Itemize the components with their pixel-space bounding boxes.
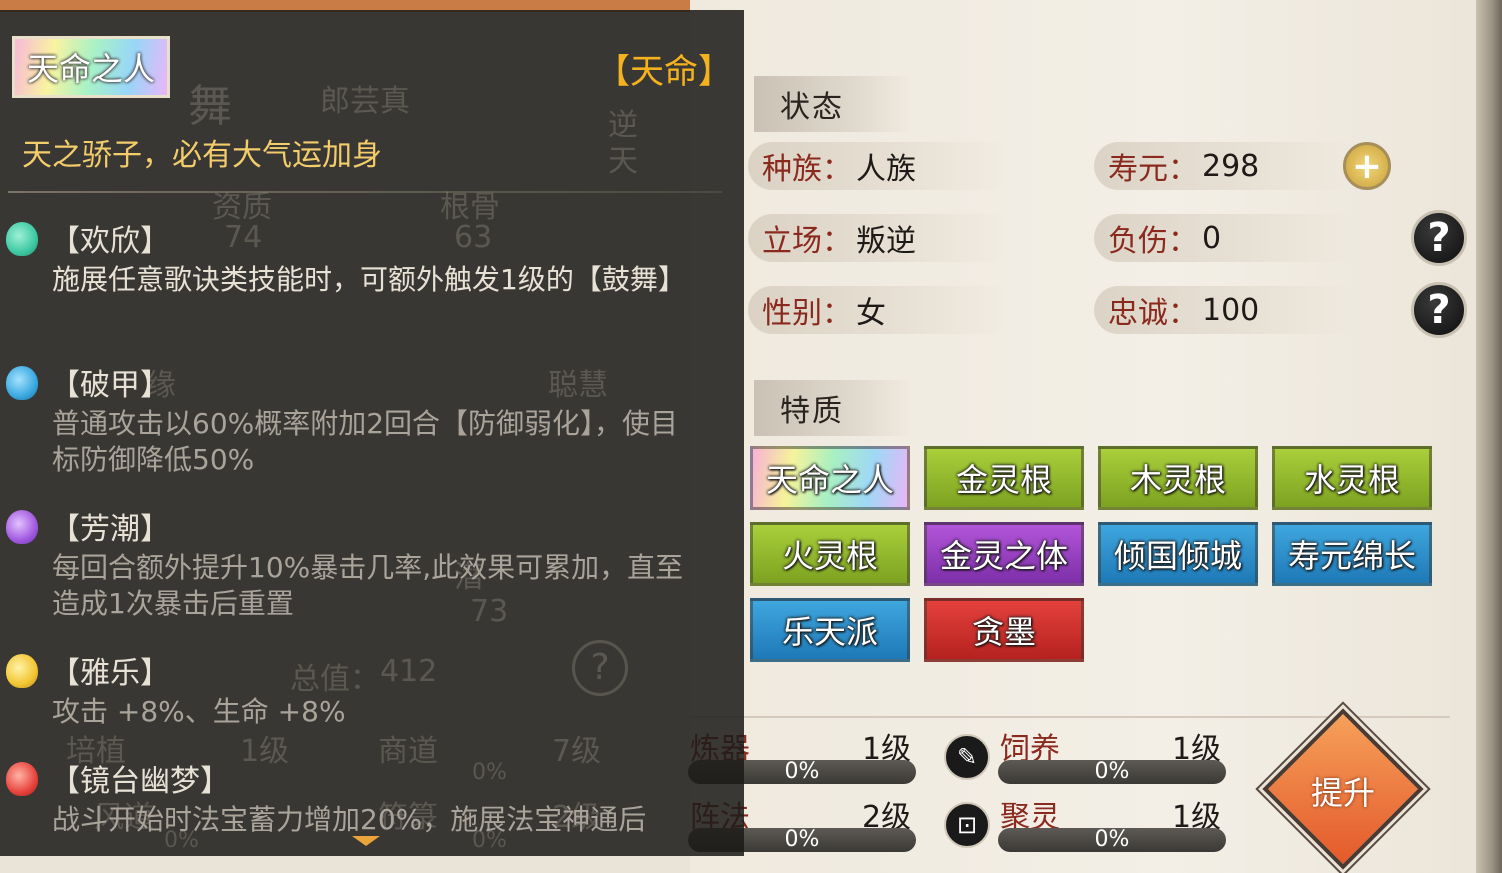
underlay-label: 聪慧	[548, 368, 608, 403]
stat-stance-label: 立场：	[762, 224, 852, 259]
ability-description: 普通攻击以60%概率附加2回合【防御弱化】，使目标防御降低50%	[52, 407, 679, 476]
trait-tag[interactable]: 寿元绵长	[1272, 522, 1432, 586]
underlay-value: 74	[224, 220, 263, 255]
ability-description: 攻击 +8%、生命 +8%	[52, 695, 346, 728]
trait-tag[interactable]: 金灵根	[924, 446, 1084, 510]
status-section-title: 状态	[754, 76, 914, 132]
feeding-icon[interactable]: ✎	[944, 734, 990, 780]
trait-tag[interactable]: 水灵根	[1272, 446, 1432, 510]
trait-tag[interactable]: 乐天派	[750, 598, 910, 662]
swirl-gem-icon	[6, 366, 38, 400]
ability-name: 【芳潮】	[50, 512, 170, 547]
loyalty-help-icon[interactable]: ?	[1411, 282, 1467, 338]
stat-race-label: 种族：	[762, 152, 852, 187]
scroll-down-arrow-icon[interactable]	[352, 836, 380, 846]
ability-name: 【欢欣】	[50, 224, 170, 259]
underlay-skill-level: 7级	[552, 734, 602, 769]
swirl-gem-icon	[6, 654, 38, 688]
injury-help-icon[interactable]: ?	[1411, 210, 1467, 266]
stat-gender-label: 性别：	[762, 296, 852, 331]
trait-tag[interactable]: 金灵之体	[924, 522, 1084, 586]
tooltip-divider	[8, 191, 722, 193]
stat-race: 种族： 人族	[748, 142, 1008, 190]
stat-lifespan-label: 寿元：	[1108, 152, 1198, 187]
trait-tag[interactable]: 天命之人	[750, 446, 910, 510]
stat-race-value: 人族	[856, 152, 916, 187]
stat-loyalty-label: 忠诚：	[1108, 296, 1198, 331]
underlay-skill: 商道	[378, 734, 438, 769]
stat-injury-label: 负伤：	[1108, 224, 1198, 259]
tooltip-trait-type: 【天命】	[596, 52, 732, 92]
underlay-character-name: 郎芸真	[320, 84, 410, 119]
stat-loyalty: 忠诚： 100	[1094, 286, 1354, 334]
underlay-value: 63	[454, 220, 493, 255]
underlay-skill-level: 1级	[240, 734, 290, 769]
stat-stance: 立场： 叛逆	[748, 214, 1008, 262]
swirl-gem-icon	[6, 222, 38, 256]
stat-lifespan: 寿元： 298	[1094, 142, 1354, 190]
trait-tag[interactable]: 倾国倾城	[1098, 522, 1258, 586]
stat-injury-value: 0	[1202, 220, 1222, 256]
spirit-gathering-icon[interactable]: ⊡	[944, 802, 990, 848]
traits-section-title: 特质	[754, 380, 914, 436]
ability-description: 施展任意歌诀类技能时，可额外触发1级的【鼓舞】	[52, 263, 686, 296]
stat-loyalty-value: 100	[1202, 292, 1260, 328]
stat-injury: 负伤： 0	[1094, 214, 1354, 262]
ability-name: 【镜台幽梦】	[50, 764, 230, 799]
ability-description: 每回合额外提升10%暴击几率,此效果可累加，直至造成1次暴击后重置	[52, 551, 684, 620]
add-lifespan-icon[interactable]: +	[1343, 142, 1391, 190]
ability-description: 战斗开始时法宝蓄力增加20%，施展法宝神通后	[52, 803, 647, 836]
swirl-gem-icon	[6, 762, 38, 796]
swirl-gem-icon	[6, 510, 38, 544]
skill-progress-bar: 0%	[998, 828, 1226, 852]
stat-stance-value: 叛逆	[856, 224, 916, 259]
underlay-total-value: 412	[380, 654, 438, 689]
underlay-help-icon: ?	[572, 640, 628, 696]
ability-name: 【雅乐】	[50, 656, 170, 691]
tooltip-trait-badge: 天命之人	[12, 36, 170, 98]
skill-progress-bar: 0%	[998, 760, 1226, 784]
underlay-dance-seal: 舞	[188, 81, 232, 132]
scroll-edge	[1476, 0, 1502, 873]
trait-tag[interactable]: 火灵根	[750, 522, 910, 586]
stat-lifespan-value: 298	[1202, 148, 1260, 184]
tooltip-motto: 天之骄子，必有大气运加身	[22, 138, 382, 173]
trait-tag[interactable]: 贪墨	[924, 598, 1084, 662]
trait-tag[interactable]: 木灵根	[1098, 446, 1258, 510]
underlay-total-label: 总值：	[290, 662, 380, 697]
stat-gender-value: 女	[856, 296, 886, 331]
upgrade-label[interactable]: 提升	[1286, 768, 1400, 814]
underlay-progress: 0%	[472, 760, 507, 785]
underlay-rebel-seal: 逆天	[608, 108, 638, 179]
stat-gender: 性别：女	[748, 286, 1008, 334]
ability-name: 【破甲】	[50, 368, 170, 403]
